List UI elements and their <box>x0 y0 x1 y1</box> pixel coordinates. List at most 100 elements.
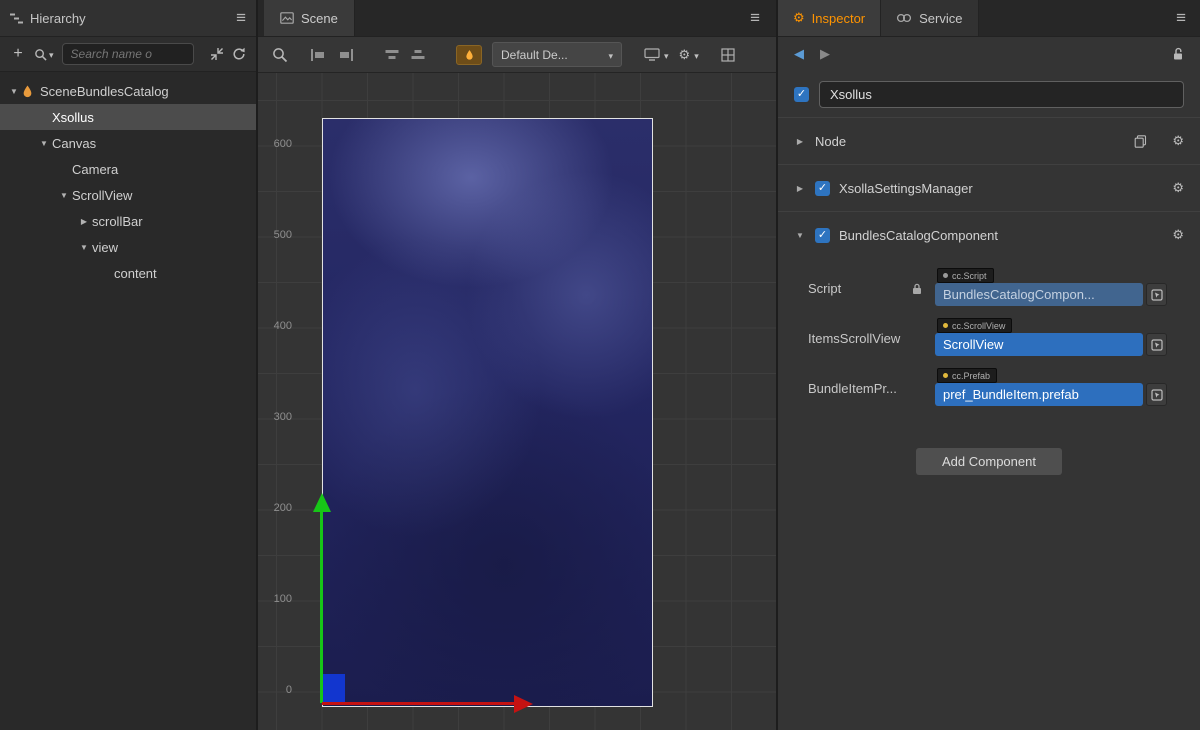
type-dot-icon <box>943 323 948 328</box>
settings-dropdown[interactable] <box>679 47 699 63</box>
section-label: BundlesCatalogComponent <box>839 228 998 243</box>
property-row-script: Script cc.Script BundlesCatalogCompon... <box>778 262 1200 312</box>
align-right-icon[interactable] <box>337 48 354 62</box>
node-active-checkbox[interactable] <box>794 87 809 102</box>
hierarchy-tree: SceneBundlesCatalog Xsollus Canvas Camer… <box>0 72 256 730</box>
gizmo-x-axis-arrowhead[interactable] <box>514 695 533 713</box>
tree-row-canvas[interactable]: Canvas <box>0 130 256 156</box>
prefab-reference-field[interactable]: pref_BundleItem.prefab <box>935 383 1143 406</box>
asset-picker-button[interactable] <box>1146 383 1167 406</box>
script-asset-field[interactable]: BundlesCatalogCompon... <box>935 283 1143 306</box>
gizmo-x-axis[interactable] <box>322 702 514 705</box>
property-row-bundle-item-prefab: BundleItemPr... cc.Prefab pref_BundleIte… <box>778 362 1200 412</box>
component-enabled-checkbox[interactable] <box>815 228 830 243</box>
chevron-down-icon[interactable] <box>76 243 92 252</box>
component-enabled-checkbox[interactable] <box>815 181 830 196</box>
tab-inspector[interactable]: Inspector <box>778 0 880 36</box>
search-icon <box>34 48 47 61</box>
section-xsolla-settings-manager[interactable]: XsollaSettingsManager <box>778 164 1200 211</box>
origin-node-rect[interactable] <box>323 674 345 702</box>
gizmo-toggle-button[interactable] <box>456 45 482 65</box>
asset-picker-button[interactable] <box>1146 283 1167 306</box>
tree-item-label: Camera <box>72 162 118 177</box>
tab-label: Inspector <box>812 11 865 26</box>
tree-item-label: scrollBar <box>92 214 143 229</box>
tree-item-label: Xsollus <box>52 110 94 125</box>
history-forward-icon[interactable] <box>820 46 830 62</box>
hierarchy-icon <box>10 12 23 25</box>
zoom-icon[interactable] <box>272 47 288 63</box>
distribute-horizontal-icon[interactable] <box>384 48 400 61</box>
gear-icon <box>793 10 805 26</box>
tab-label: Scene <box>301 11 338 26</box>
menu-icon[interactable] <box>236 8 246 28</box>
align-left-icon[interactable] <box>310 48 327 62</box>
tree-item-label: SceneBundlesCatalog <box>40 84 169 99</box>
scene-tabbar: Scene <box>258 0 776 37</box>
panel-title: Hierarchy <box>30 11 86 26</box>
view-mode-dropdown[interactable] <box>644 47 669 62</box>
lock-icon <box>912 283 922 295</box>
search-mode-dropdown[interactable] <box>34 45 54 63</box>
type-badge: cc.Script <box>937 268 994 283</box>
tree-row-content[interactable]: content <box>0 260 256 286</box>
chevron-right-icon[interactable] <box>794 184 806 193</box>
inspector-panel: Inspector Service <box>778 0 1200 730</box>
gear-icon[interactable] <box>1172 133 1184 149</box>
create-node-button[interactable]: + <box>10 45 26 63</box>
tree-row-view[interactable]: view <box>0 234 256 260</box>
refresh-icon[interactable] <box>232 47 246 61</box>
tree-row-xsollus[interactable]: Xsollus <box>0 104 256 130</box>
section-node[interactable]: Node <box>778 117 1200 164</box>
gizmo-y-axis-arrowhead[interactable] <box>313 493 331 512</box>
section-label: Node <box>815 134 846 149</box>
chevron-down-icon <box>664 47 669 62</box>
tree-row-camera[interactable]: Camera <box>0 156 256 182</box>
menu-icon[interactable] <box>750 8 760 28</box>
node-name-row <box>778 71 1200 117</box>
gizmo-y-axis[interactable] <box>320 511 323 703</box>
chevron-right-icon[interactable] <box>794 137 806 146</box>
gear-icon[interactable] <box>1172 180 1184 196</box>
type-dot-icon <box>943 273 948 278</box>
chevron-down-icon[interactable] <box>6 87 22 96</box>
chevron-down-icon[interactable] <box>36 139 52 148</box>
design-resolution-frame <box>322 118 653 707</box>
ruler-label: 100 <box>262 593 292 605</box>
type-badge: cc.ScrollView <box>937 318 1012 333</box>
tree-row-scene[interactable]: SceneBundlesCatalog <box>0 78 256 104</box>
tab-service[interactable]: Service <box>880 0 978 36</box>
menu-icon[interactable] <box>1176 0 1186 36</box>
tree-item-label: Canvas <box>52 136 96 151</box>
history-back-icon[interactable] <box>794 46 804 62</box>
device-resolution-dropdown[interactable]: Default De... <box>492 42 622 67</box>
add-component-button[interactable]: Add Component <box>916 448 1062 475</box>
tree-row-scrollbar[interactable]: scrollBar <box>0 208 256 234</box>
scene-toolbar: Default De... <box>258 37 776 73</box>
gear-icon <box>679 47 691 63</box>
tree-row-scrollview[interactable]: ScrollView <box>0 182 256 208</box>
type-badge: cc.Prefab <box>937 368 997 383</box>
inspector-nav <box>778 37 1200 71</box>
asset-picker-button[interactable] <box>1146 333 1167 356</box>
tab-scene[interactable]: Scene <box>264 0 355 36</box>
inspector-tabbar: Inspector Service <box>778 0 1200 37</box>
chevron-right-icon[interactable] <box>76 217 92 226</box>
property-row-items-scroll-view: ItemsScrollView cc.ScrollView ScrollView <box>778 312 1200 362</box>
search-input[interactable] <box>62 43 194 65</box>
collapse-all-icon[interactable] <box>210 47 224 61</box>
copy-icon[interactable] <box>1134 135 1147 148</box>
chevron-down-icon <box>694 47 699 62</box>
node-name-input[interactable] <box>819 81 1184 108</box>
gear-icon[interactable] <box>1172 227 1184 243</box>
ruler-label: 200 <box>262 502 292 514</box>
distribute-vertical-icon[interactable] <box>410 48 426 61</box>
chevron-down-icon[interactable] <box>56 191 72 200</box>
property-label: ItemsScrollView <box>808 331 922 346</box>
scene-viewport[interactable]: 600 500 400 300 200 100 0 <box>258 73 776 730</box>
chevron-down-icon[interactable] <box>794 231 806 240</box>
section-bundles-catalog-component[interactable]: BundlesCatalogComponent <box>778 211 1200 258</box>
grid-toggle-icon[interactable] <box>721 48 735 62</box>
lock-icon[interactable] <box>1172 47 1184 61</box>
scrollview-reference-field[interactable]: ScrollView <box>935 333 1143 356</box>
